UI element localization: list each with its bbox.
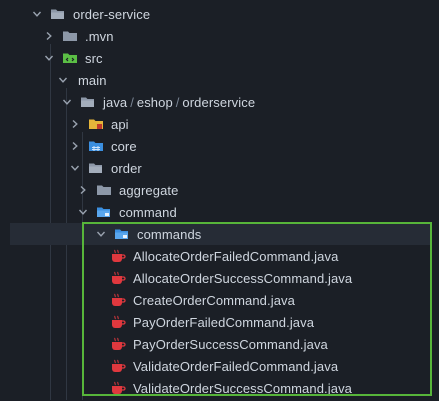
java-file-item[interactable]: ValidateOrderFailedCommand.java [0,355,439,377]
file-name: AllocateOrderSuccessCommand.java [133,270,353,286]
chevron-down-icon[interactable] [76,201,90,223]
tree-item-label: api [111,116,129,132]
package-segment: orderservice [182,94,256,110]
chevron-down-icon[interactable] [56,69,70,91]
tree-item-order-service[interactable]: order-service [0,3,439,25]
java-file-icon [110,248,126,264]
file-explorer-tree: order-service .mvn src main java / eshop… [0,0,439,401]
package-separator: / [175,94,180,110]
chevron-right-icon[interactable] [68,113,82,135]
tree-item-main[interactable]: main [0,69,439,91]
core-folder-icon [88,138,104,154]
source-folder-icon [62,50,78,66]
folder-open-icon [88,160,104,176]
command-folder-open-icon [114,226,130,242]
tree-item-order[interactable]: order [0,157,439,179]
tree-item-label: core [111,138,137,154]
folder-icon [96,182,112,198]
chevron-right-icon[interactable] [68,135,82,157]
chevron-down-icon[interactable] [42,47,56,69]
java-file-icon [110,292,126,308]
tree-item-commands[interactable]: commands [10,223,432,245]
package-separator: / [130,94,134,110]
java-file-icon [110,336,126,352]
java-file-item[interactable]: CreateOrderCommand.java [0,289,439,311]
file-name: PayOrderFailedCommand.java [133,314,315,330]
package-segment: java [103,94,128,110]
file-name: ValidateOrderSuccessCommand.java [133,380,353,396]
package-segment: eshop [136,94,173,110]
folder-open-icon [50,6,66,22]
tree-item-label: src [85,50,103,66]
tree-item-core[interactable]: core [0,135,439,157]
folder-open-icon [80,94,96,110]
tree-item-mvn[interactable]: .mvn [0,25,439,47]
chevron-down-icon[interactable] [68,157,82,179]
folder-icon [62,28,78,44]
file-name: AllocateOrderFailedCommand.java [133,248,339,264]
tree-item-src[interactable]: src [0,47,439,69]
tree-item-command[interactable]: command [0,201,439,223]
tree-item-label: .mvn [85,28,114,44]
tree-item-label: order [111,160,142,176]
chevron-right-icon[interactable] [76,179,90,201]
java-file-icon [110,358,126,374]
chevron-down-icon[interactable] [60,91,74,113]
tree-item-label: main [78,72,107,88]
chevron-down-icon[interactable] [30,3,44,25]
java-file-item[interactable]: ValidateOrderSuccessCommand.java [0,377,439,399]
java-file-item[interactable]: AllocateOrderFailedCommand.java [0,245,439,267]
tree-item-label: command [119,204,177,220]
java-file-icon [110,314,126,330]
tree-item-label: commands [137,226,202,242]
tree-item-label: order-service [73,6,151,22]
tree-item-api[interactable]: api [0,113,439,135]
chevron-right-icon[interactable] [42,25,56,47]
java-file-item[interactable]: PayOrderFailedCommand.java [0,311,439,333]
tree-item-aggregate[interactable]: aggregate [0,179,439,201]
chevron-down-icon[interactable] [94,223,108,245]
file-name: ValidateOrderFailedCommand.java [133,358,339,374]
api-folder-icon [88,116,104,132]
java-file-item[interactable]: PayOrderSuccessCommand.java [0,333,439,355]
tree-item-label: aggregate [119,182,179,198]
java-file-icon [110,380,126,396]
java-file-item[interactable]: AllocateOrderSuccessCommand.java [0,267,439,289]
file-name: PayOrderSuccessCommand.java [133,336,328,352]
file-name: CreateOrderCommand.java [133,292,295,308]
tree-item-package[interactable]: java / eshop / orderservice [0,91,439,113]
command-folder-open-icon [96,204,112,220]
java-file-icon [110,270,126,286]
